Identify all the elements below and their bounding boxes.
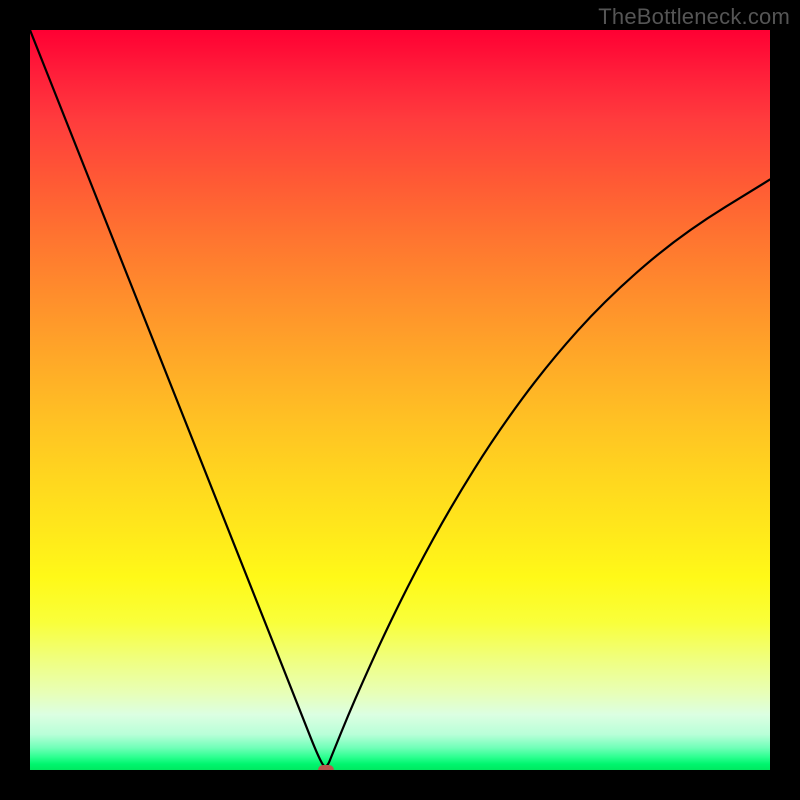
bottleneck-curve	[30, 30, 770, 770]
plot-area	[30, 30, 770, 770]
optimum-marker	[318, 765, 334, 770]
chart-frame: TheBottleneck.com	[0, 0, 800, 800]
watermark-text: TheBottleneck.com	[598, 4, 790, 30]
